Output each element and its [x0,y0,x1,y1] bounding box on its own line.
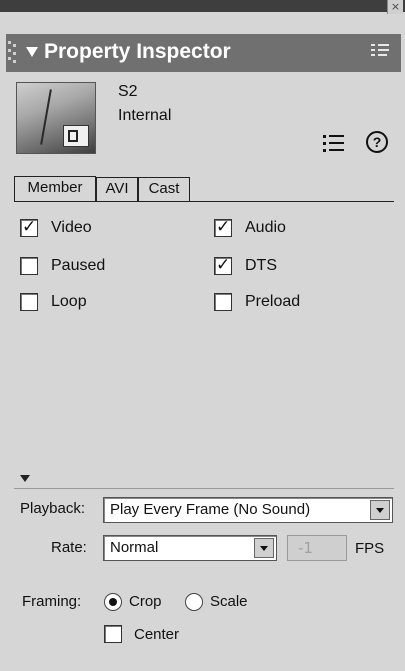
rate-label: Rate: [51,539,87,556]
framing-label: Framing: [22,593,82,610]
audio-label: Audio [245,219,286,236]
rate-value: Normal [110,539,159,556]
tab-avi[interactable]: AVI [96,177,138,202]
audio-checkbox[interactable] [214,217,232,237]
drag-grip-icon[interactable] [8,41,18,67]
dts-checkbox[interactable] [214,255,232,275]
tab-underline [14,201,394,202]
member-type: Internal [118,107,172,124]
scale-radio[interactable] [185,593,203,611]
rate-dropdown[interactable]: Normal [103,535,277,561]
section-divider [14,488,394,489]
dropdown-arrow-icon[interactable] [254,538,274,558]
collapse-triangle-icon[interactable] [26,47,38,57]
options-menu-icon[interactable] [371,43,393,61]
dts-label: DTS [245,257,277,274]
playback-label: Playback: [20,500,86,517]
loop-label: Loop [51,293,87,310]
help-icon[interactable]: ? [366,131,388,153]
fps-input: -1 [287,535,347,561]
video-label: Video [51,219,92,236]
panel-title: Property Inspector [44,40,231,63]
center-checkbox[interactable] [104,625,122,643]
playback-dropdown[interactable]: Play Every Frame (No Sound) [103,497,393,523]
preload-checkbox[interactable] [214,293,232,311]
dropdown-arrow-icon[interactable] [370,500,390,520]
crop-label: Crop [129,593,162,610]
member-thumbnail [16,82,96,154]
close-button[interactable]: × [387,0,403,14]
center-label: Center [134,626,180,643]
fps-label: FPS [355,540,385,557]
digital-video-badge-icon [63,125,89,147]
list-view-icon[interactable] [323,134,345,152]
paused-checkbox[interactable] [20,257,38,275]
title-bar[interactable]: Property Inspector [6,34,401,72]
playback-value: Play Every Frame (No Sound) [110,501,311,518]
tab-cast[interactable]: Cast [138,177,190,202]
video-checkbox[interactable] [20,217,38,237]
window-top-strip: × [0,0,405,14]
scale-label: Scale [210,593,248,610]
loop-checkbox[interactable] [20,293,38,311]
property-inspector-window: × Property Inspector S2 Internal ? Membe… [0,0,405,671]
tab-member[interactable]: Member [14,176,96,202]
section-expander-icon[interactable] [20,475,30,482]
member-name: S2 [118,83,138,100]
crop-radio[interactable] [104,593,122,611]
paused-label: Paused [51,257,106,274]
preload-label: Preload [245,293,301,310]
fps-value: -1 [298,539,313,557]
